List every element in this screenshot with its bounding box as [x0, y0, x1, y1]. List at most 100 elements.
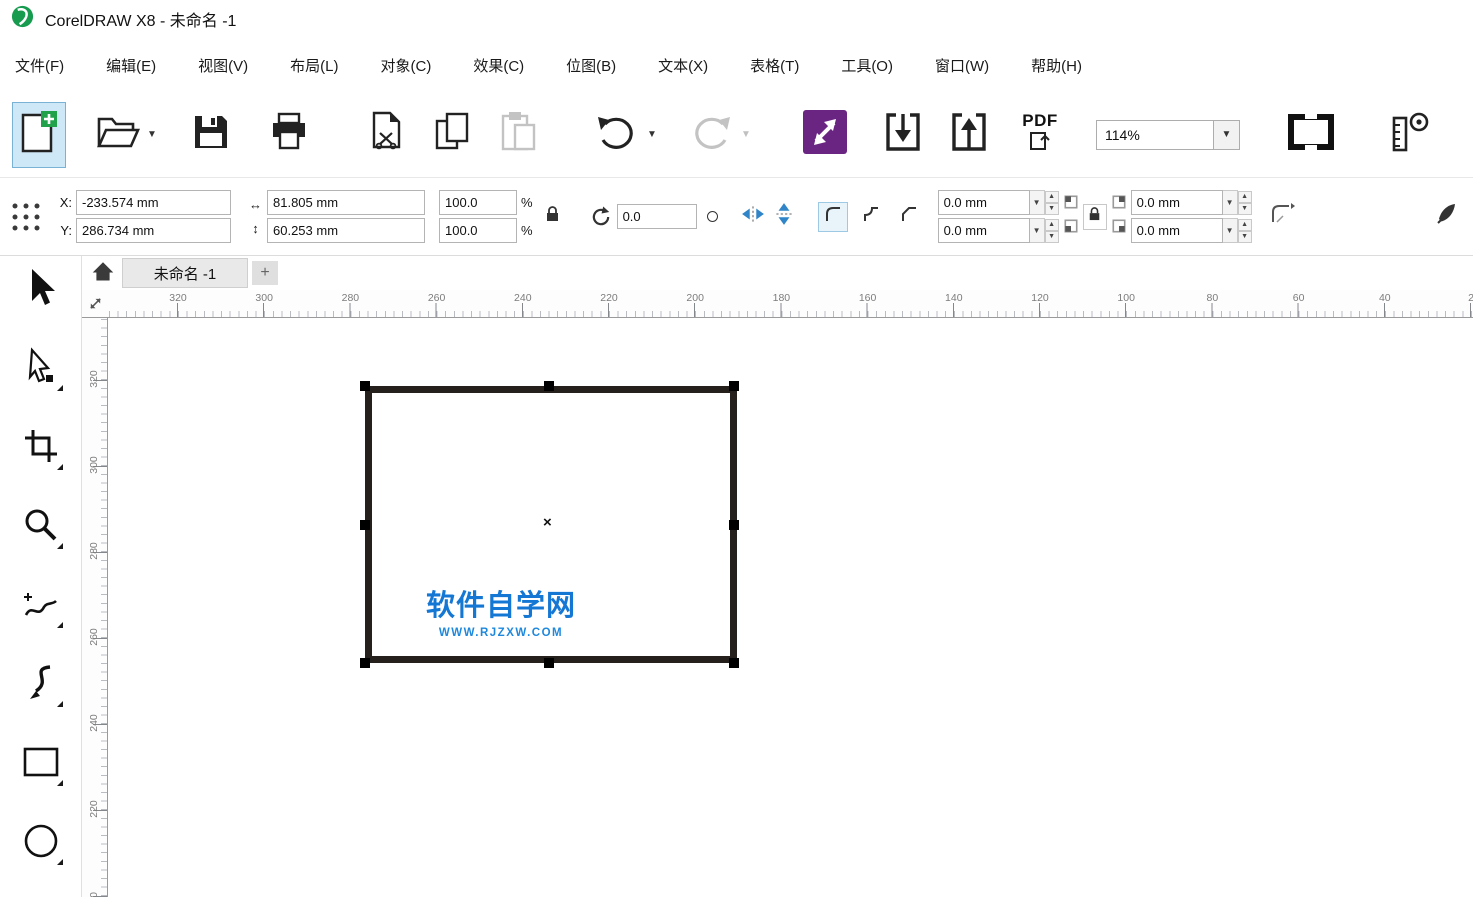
publish-pdf-button[interactable]: PDF: [1008, 102, 1072, 168]
import-button[interactable]: [876, 102, 930, 168]
corner-bl-mini-icon: [1063, 218, 1079, 239]
corner-right-mini-icons: [1111, 194, 1127, 239]
document-tab-active[interactable]: 未命名 -1: [122, 258, 248, 288]
corner-radius-bl-input[interactable]: [938, 218, 1030, 243]
watermark-title: 软件自学网: [422, 582, 580, 624]
menu-item-11[interactable]: 窗口(W): [922, 46, 1002, 85]
hruler-label: 200: [686, 292, 704, 304]
fullscreen-preview-icon: [1288, 112, 1334, 157]
menu-item-7[interactable]: 位图(B): [553, 46, 629, 85]
selection-handle-bottom-right[interactable]: [729, 658, 739, 668]
selection-handle-middle-left[interactable]: [360, 520, 370, 530]
mirror-horizontal-button[interactable]: [740, 204, 766, 230]
menu-item-12[interactable]: 帮助(H): [1018, 46, 1095, 85]
welcome-screen-icon: [802, 109, 848, 160]
undo-dropdown-chevron[interactable]: ▼: [644, 102, 660, 168]
object-width-input[interactable]: [267, 190, 425, 215]
outline-pen-button[interactable]: [1433, 204, 1459, 230]
menu-item-2[interactable]: 编辑(E): [93, 46, 169, 85]
menu-item-3[interactable]: 视图(V): [185, 46, 261, 85]
corner-br-spinner[interactable]: ▲▼: [1238, 219, 1252, 243]
selection-handle-bottom-middle[interactable]: [544, 658, 554, 668]
horizontal-ruler[interactable]: 3203002802602402202001801601401201008060…: [82, 290, 1473, 318]
menu-item-9[interactable]: 表格(T): [737, 46, 812, 85]
x-position-input[interactable]: [76, 190, 231, 215]
open-button[interactable]: [90, 102, 144, 168]
scale-percent-labels: % %: [521, 190, 533, 243]
hruler-label: 220: [600, 292, 618, 304]
save-button[interactable]: [184, 102, 238, 168]
scale-v-input[interactable]: [439, 218, 517, 243]
scale-h-input[interactable]: [439, 190, 517, 215]
corner-tr-spinner[interactable]: ▲▼: [1238, 191, 1252, 215]
home-tab-button[interactable]: [88, 259, 118, 287]
ellipse-tool[interactable]: [15, 817, 67, 869]
print-button[interactable]: [262, 102, 316, 168]
hruler-label: 2: [1468, 292, 1473, 304]
scalloped-corner-button[interactable]: [856, 202, 886, 232]
paste-icon: [498, 110, 540, 159]
corner-radius-tr-input[interactable]: [1131, 190, 1223, 215]
chamfered-corner-button[interactable]: [894, 202, 924, 232]
selection-handle-top-left[interactable]: [360, 381, 370, 391]
corner-tr-dropdown-chevron[interactable]: ▼: [1223, 190, 1238, 215]
redo-group: ▼: [684, 102, 754, 168]
rectangle-tool[interactable]: [15, 738, 67, 790]
hruler-label: 140: [945, 292, 963, 304]
height-icon: ↕: [252, 221, 259, 236]
show-rulers-button[interactable]: [1382, 102, 1436, 168]
lock-ratio-button[interactable]: [541, 204, 565, 230]
rotation-angle-input[interactable]: [617, 204, 697, 229]
welcome-screen-button[interactable]: [798, 102, 852, 168]
corner-tl-spinner[interactable]: ▲▼: [1045, 191, 1059, 215]
undo-button[interactable]: [590, 102, 644, 168]
artistic-media-tool[interactable]: [15, 659, 67, 711]
corner-radius-tl-input[interactable]: [938, 190, 1030, 215]
workspace: 未命名 -1 + 3203002802602402202001801601401…: [0, 256, 1473, 897]
zoom-tool[interactable]: [15, 501, 67, 553]
new-tab-button[interactable]: +: [252, 261, 278, 285]
corner-bl-spinner[interactable]: ▲▼: [1045, 219, 1059, 243]
pick-tool[interactable]: [15, 264, 67, 316]
document-area: 未命名 -1 + 3203002802602402202001801601401…: [82, 256, 1473, 897]
object-size-icons: ↔ ↕: [249, 197, 262, 236]
shape-tool[interactable]: [15, 343, 67, 395]
mirror-vertical-button[interactable]: [772, 204, 796, 230]
corner-tl-dropdown-chevron[interactable]: ▼: [1030, 190, 1045, 215]
menu-item-1[interactable]: 文件(F): [2, 46, 77, 85]
relative-corner-scaling-button[interactable]: [1268, 204, 1296, 230]
export-button[interactable]: [942, 102, 996, 168]
corner-bl-dropdown-chevron[interactable]: ▼: [1030, 218, 1045, 243]
selection-handle-middle-right[interactable]: [729, 520, 739, 530]
menu-item-4[interactable]: 布局(L): [277, 46, 351, 85]
undo-group: ▼: [590, 102, 660, 168]
menu-item-5[interactable]: 对象(C): [368, 46, 445, 85]
corner-radius-br-input[interactable]: [1131, 218, 1223, 243]
hruler-label: 280: [342, 292, 360, 304]
selection-handle-top-right[interactable]: [729, 381, 739, 391]
new-document-icon: [17, 109, 61, 160]
round-corner-button[interactable]: [818, 202, 848, 232]
vertical-ruler[interactable]: 3203002802602402200: [82, 318, 108, 897]
object-height-input[interactable]: [267, 218, 425, 243]
zoom-level-input[interactable]: [1096, 120, 1214, 150]
ruler-origin-corner[interactable]: [82, 290, 108, 317]
freehand-tool[interactable]: [15, 580, 67, 632]
drawing-canvas[interactable]: × 软件自学网 WWW.RJZXW.COM: [108, 318, 1473, 897]
corner-br-dropdown-chevron[interactable]: ▼: [1223, 218, 1238, 243]
menu-item-10[interactable]: 工具(O): [828, 46, 906, 85]
copy-button[interactable]: [426, 102, 480, 168]
fullscreen-preview-button[interactable]: [1284, 102, 1338, 168]
cut-button[interactable]: [360, 102, 414, 168]
selection-handle-bottom-left[interactable]: [360, 658, 370, 668]
y-position-input[interactable]: [76, 218, 231, 243]
new-document-button[interactable]: [12, 102, 66, 168]
vruler-label: 320: [88, 368, 100, 390]
crop-tool[interactable]: [15, 422, 67, 474]
open-dropdown-chevron[interactable]: ▼: [144, 102, 160, 168]
edit-corners-together-button[interactable]: [1083, 204, 1107, 230]
zoom-level-dropdown-chevron[interactable]: ▼: [1214, 120, 1240, 150]
menu-item-6[interactable]: 效果(C): [460, 46, 537, 85]
selection-handle-top-middle[interactable]: [544, 381, 554, 391]
menu-item-8[interactable]: 文本(X): [645, 46, 721, 85]
